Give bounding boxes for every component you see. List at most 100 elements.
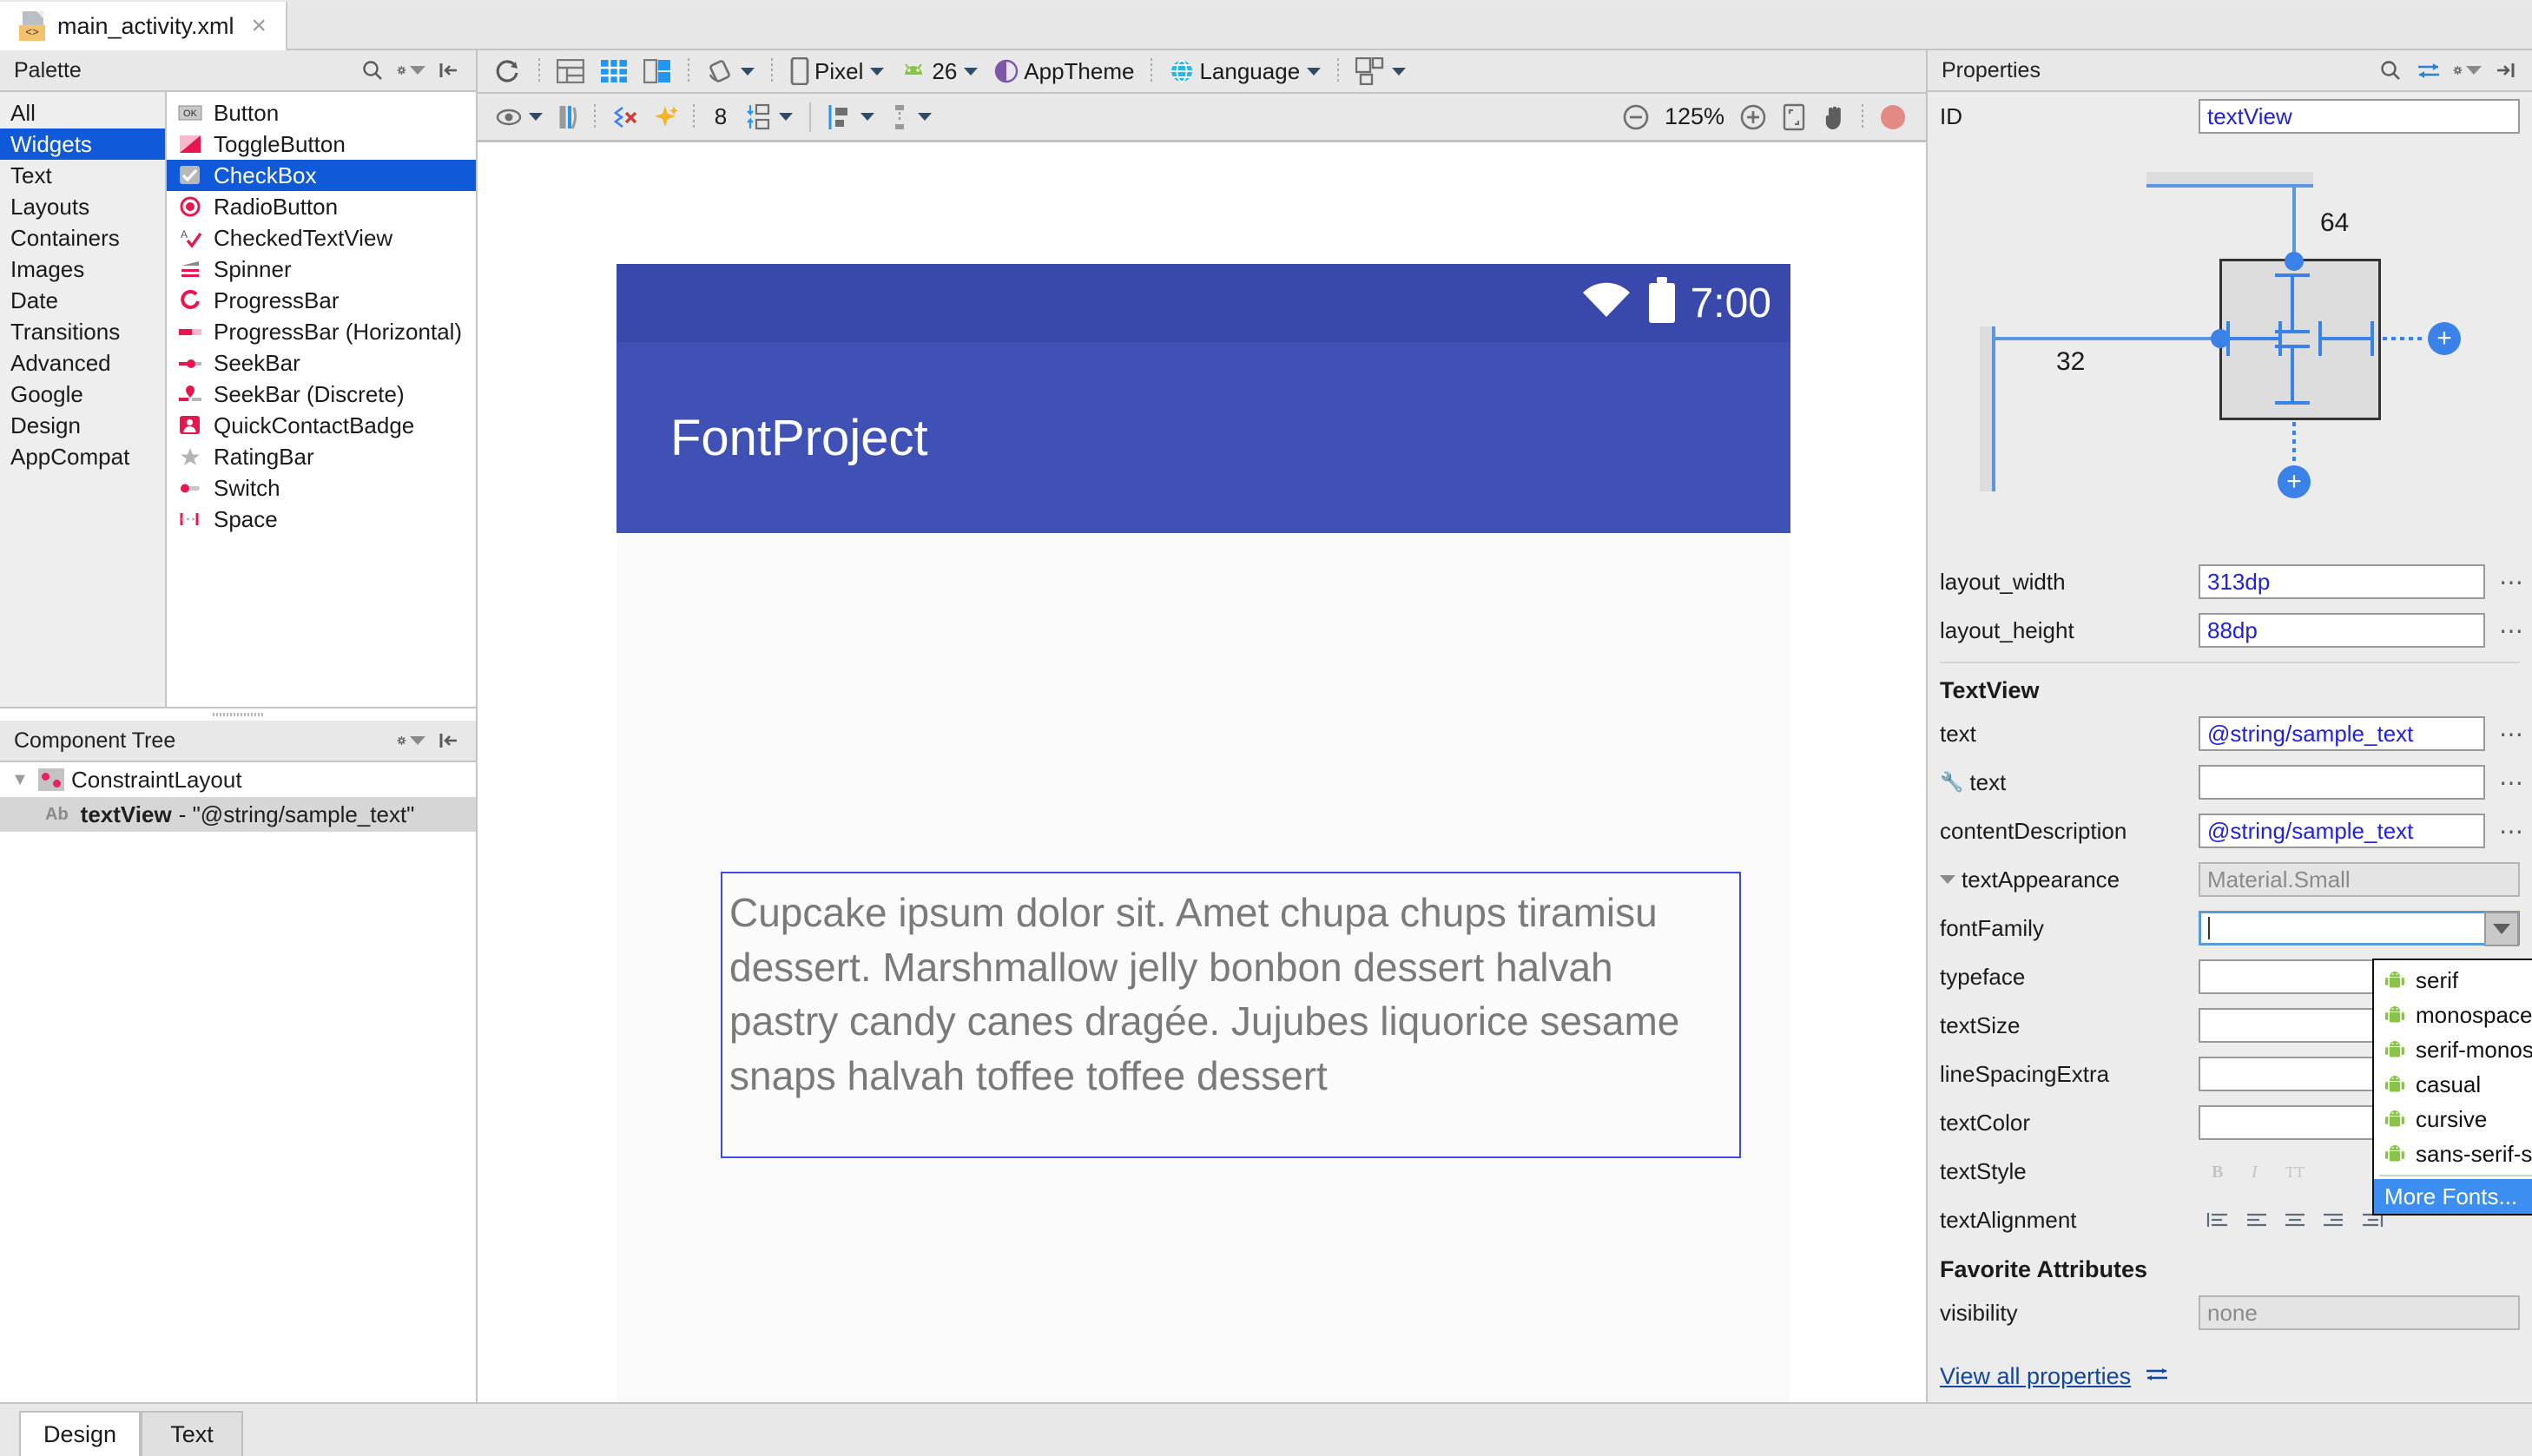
- palette-item-seekbar-discrete[interactable]: SeekBar (Discrete): [167, 379, 476, 410]
- both-surfaces-icon[interactable]: [637, 52, 677, 90]
- font-option-sans-serif-smallcaps[interactable]: sans-serif-smallcaps: [2374, 1136, 2532, 1171]
- text-design-more-button[interactable]: ⋯: [2492, 768, 2532, 797]
- collapse-icon[interactable]: [2490, 56, 2520, 85]
- layout-variant-icon[interactable]: [1349, 52, 1412, 90]
- gear-icon[interactable]: [396, 726, 425, 755]
- guidelines-icon[interactable]: [882, 98, 938, 136]
- text-design-input[interactable]: [2199, 765, 2485, 800]
- refresh-icon[interactable]: [486, 52, 528, 90]
- align-right-button[interactable]: [2318, 1207, 2348, 1233]
- zoom-fit-icon[interactable]: [1775, 98, 1813, 136]
- visibility-input[interactable]: none: [2199, 1295, 2520, 1330]
- palette-item-space[interactable]: Space: [167, 504, 476, 535]
- design-canvas[interactable]: 7:00 FontProject Cupcake ipsum dolor sit…: [478, 142, 1926, 1402]
- infer-constraints-icon[interactable]: [646, 98, 684, 136]
- palette-category-containers[interactable]: Containers: [0, 222, 165, 254]
- gear-icon[interactable]: [2452, 56, 2482, 85]
- palette-item-radiobutton[interactable]: RadioButton: [167, 191, 476, 222]
- tree-item-textview[interactable]: Ab textView - "@string/sample_text": [0, 797, 476, 832]
- chevron-down-icon[interactable]: ▼: [9, 768, 31, 791]
- palette-item-button[interactable]: OK Button: [167, 97, 476, 128]
- content-description-more-button[interactable]: ⋯: [2492, 817, 2532, 846]
- font-option-casual[interactable]: casual: [2374, 1067, 2532, 1102]
- palette-item-switch[interactable]: Switch: [167, 472, 476, 504]
- layout-height-input[interactable]: 88dp: [2199, 613, 2485, 648]
- collapse-icon[interactable]: [434, 726, 464, 755]
- align-left-button[interactable]: [2242, 1207, 2272, 1233]
- show-constraints-icon[interactable]: [490, 98, 549, 136]
- content-description-input[interactable]: @string/sample_text: [2199, 814, 2485, 848]
- more-fonts-button[interactable]: More Fonts...: [2374, 1179, 2532, 1214]
- all-caps-button[interactable]: TT: [2280, 1158, 2310, 1184]
- theme-selector[interactable]: AppTheme: [987, 52, 1140, 90]
- blueprint-icon[interactable]: [594, 52, 634, 90]
- constraint-anchor-top[interactable]: [2285, 252, 2304, 271]
- font-family-dropdown[interactable]: serif monospace serif-monospace: [2372, 959, 2532, 1216]
- expander-icon[interactable]: [1940, 875, 1955, 884]
- pack-icon[interactable]: [740, 98, 799, 136]
- italic-button[interactable]: I: [2242, 1158, 2272, 1184]
- id-input[interactable]: textView: [2199, 99, 2520, 134]
- orientation-icon[interactable]: [700, 52, 761, 90]
- device-selector[interactable]: Pixel: [783, 52, 890, 90]
- palette-category-text[interactable]: Text: [0, 160, 165, 191]
- palette-category-layouts[interactable]: Layouts: [0, 191, 165, 222]
- align-start-button[interactable]: [2204, 1207, 2233, 1233]
- palette-category-images[interactable]: Images: [0, 254, 165, 285]
- selected-textview[interactable]: Cupcake ipsum dolor sit. Amet chupa chup…: [721, 872, 1741, 1158]
- bold-button[interactable]: B: [2204, 1158, 2233, 1184]
- layout-height-more-button[interactable]: ⋯: [2492, 616, 2532, 645]
- language-selector[interactable]: Language: [1163, 52, 1327, 90]
- zoom-out-icon[interactable]: [1616, 98, 1656, 136]
- api-selector[interactable]: 26: [893, 52, 984, 90]
- clear-constraints-icon[interactable]: [604, 98, 644, 136]
- tab-text[interactable]: Text: [141, 1411, 243, 1456]
- constraint-add-right[interactable]: +: [2428, 322, 2461, 355]
- palette-category-design[interactable]: Design: [0, 410, 165, 441]
- text-input[interactable]: @string/sample_text: [2199, 716, 2485, 751]
- palette-category-all[interactable]: All: [0, 97, 165, 128]
- layout-width-input[interactable]: 313dp: [2199, 564, 2485, 599]
- design-surface-icon[interactable]: [551, 52, 590, 90]
- tree-item-constraintlayout[interactable]: ▼ ConstraintLayout: [0, 762, 476, 797]
- palette-item-checkedtextview[interactable]: A CheckedTextView: [167, 222, 476, 254]
- font-family-input[interactable]: [2199, 911, 2520, 945]
- palette-item-spinner[interactable]: Spinner: [167, 254, 476, 285]
- palette-item-ratingbar[interactable]: RatingBar: [167, 441, 476, 472]
- panel-splitter-handle[interactable]: [0, 708, 476, 721]
- palette-item-progressbar[interactable]: ProgressBar: [167, 285, 476, 316]
- palette-category-transitions[interactable]: Transitions: [0, 316, 165, 347]
- zoom-in-icon[interactable]: [1733, 98, 1773, 136]
- palette-item-checkbox[interactable]: CheckBox: [167, 160, 476, 191]
- constraint-add-bottom[interactable]: +: [2278, 465, 2311, 498]
- constraint-margin-top[interactable]: 64: [2320, 208, 2349, 238]
- close-icon[interactable]: ×: [252, 13, 267, 39]
- text-more-button[interactable]: ⋯: [2492, 720, 2532, 748]
- layout-width-more-button[interactable]: ⋯: [2492, 568, 2532, 596]
- palette-category-appcompat[interactable]: AppCompat: [0, 441, 165, 472]
- search-icon[interactable]: [2376, 56, 2405, 85]
- swap-icon[interactable]: [2414, 56, 2443, 85]
- pan-icon[interactable]: [1815, 98, 1853, 136]
- tab-design[interactable]: Design: [19, 1411, 141, 1456]
- view-all-properties-link[interactable]: View all properties: [1940, 1363, 2131, 1389]
- text-appearance-input[interactable]: Material.Small: [2199, 862, 2520, 897]
- align-center-button[interactable]: [2280, 1207, 2310, 1233]
- gear-icon[interactable]: [396, 56, 425, 85]
- search-icon[interactable]: [358, 56, 387, 85]
- constraint-margin-left[interactable]: 32: [2056, 347, 2085, 377]
- default-margin-value[interactable]: 8: [703, 98, 738, 136]
- palette-category-google[interactable]: Google: [0, 379, 165, 410]
- palette-item-quickcontactbadge[interactable]: QuickContactBadge: [167, 410, 476, 441]
- palette-category-date[interactable]: Date: [0, 285, 165, 316]
- font-option-serif-monospace[interactable]: serif-monospace: [2374, 1032, 2532, 1067]
- swap-icon[interactable]: [2144, 1363, 2170, 1389]
- editor-tab-main-activity[interactable]: <> main_activity.xml ×: [0, 2, 287, 50]
- font-option-monospace[interactable]: monospace: [2374, 998, 2532, 1032]
- palette-item-progressbar-horizontal[interactable]: ProgressBar (Horizontal): [167, 316, 476, 347]
- palette-category-widgets[interactable]: Widgets: [0, 128, 165, 160]
- font-option-cursive[interactable]: cursive: [2374, 1102, 2532, 1136]
- palette-item-seekbar[interactable]: SeekBar: [167, 347, 476, 379]
- error-icon[interactable]: [1872, 98, 1914, 136]
- font-option-serif[interactable]: serif: [2374, 963, 2532, 998]
